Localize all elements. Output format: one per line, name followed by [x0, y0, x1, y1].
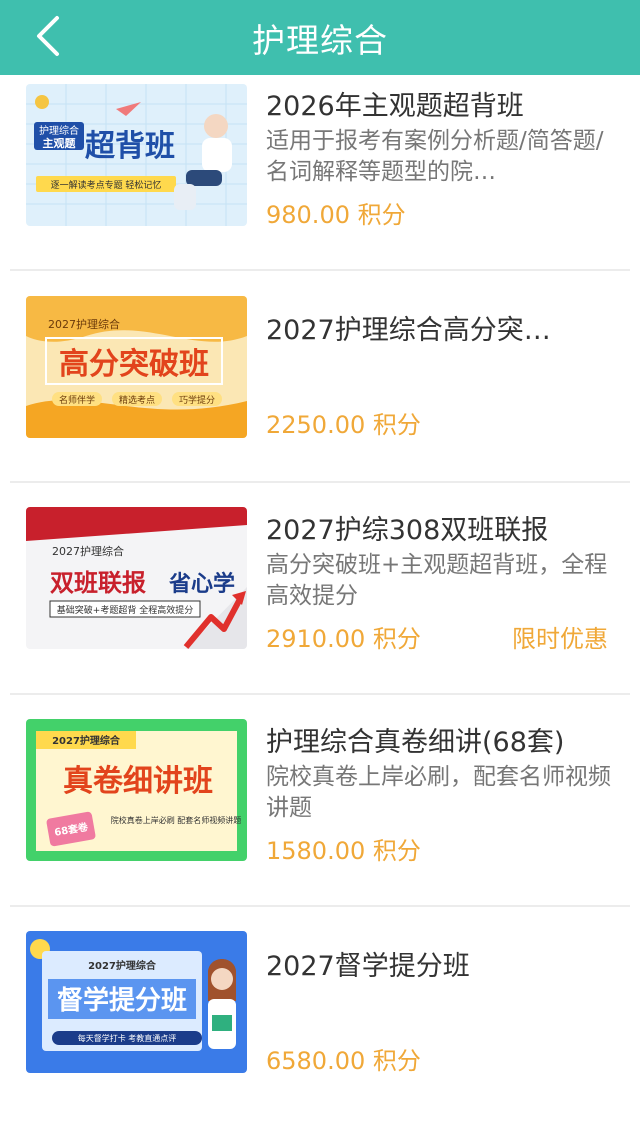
- product-title: 2027护理综合高分突…: [266, 315, 551, 346]
- chevron-left-icon: [37, 16, 59, 56]
- divider: [10, 269, 630, 271]
- app-header: 护理综合: [0, 0, 640, 75]
- product-item[interactable]: 2027护理综合 高分突破班 名师伴学 精选考点 巧学提分 2027护理综合高分…: [0, 287, 640, 499]
- svg-text:真卷细讲班: 真卷细讲班: [63, 764, 213, 799]
- product-item[interactable]: 2027护理综合 双班联报 省心学 基础突破+考题超背 全程高效提分 2027护…: [0, 499, 640, 711]
- product-title: 2026年主观题超背班: [266, 91, 524, 122]
- divider: [10, 481, 630, 483]
- page-title: 护理综合: [252, 20, 388, 60]
- promo-tag: 限时优惠: [512, 625, 608, 653]
- svg-text:基础突破+考题超背 全程高效提分: 基础突破+考题超背 全程高效提分: [57, 604, 193, 616]
- svg-text:双班联报: 双班联报: [50, 569, 146, 597]
- product-description: 高分突破班+主观题超背班，全程高效提分: [266, 552, 608, 609]
- svg-text:护理综合: 护理综合: [39, 124, 79, 137]
- product-price: 6580.00 积分: [266, 1047, 421, 1075]
- product-price: 980.00 积分: [266, 201, 406, 229]
- svg-text:每天督学打卡 考教直通点评: 每天督学打卡 考教直通点评: [78, 1033, 177, 1043]
- svg-text:巧学提分: 巧学提分: [179, 394, 215, 406]
- back-button[interactable]: [24, 12, 72, 60]
- product-thumbnail: 2027护理综合 真卷细讲班 68套卷 院校真卷上岸必刷 配套名师视频讲题: [26, 719, 247, 861]
- product-item[interactable]: 2027护理综合 督学提分班 每天督学打卡 考教直通点评 2027督学提分班 6…: [0, 923, 640, 1135]
- svg-text:超背班: 超背班: [85, 129, 175, 164]
- product-price: 2910.00 积分: [266, 625, 421, 653]
- svg-text:督学提分班: 督学提分班: [57, 985, 187, 1016]
- product-thumbnail: 2027护理综合 高分突破班 名师伴学 精选考点 巧学提分: [26, 296, 247, 438]
- product-description: 院校真卷上岸必刷，配套名师视频讲题: [266, 764, 611, 821]
- product-thumbnail: 护理综合 主观题 超背班 逐一解读考点专题 轻松记忆: [26, 84, 247, 226]
- product-price: 1580.00 积分: [266, 837, 421, 865]
- svg-text:逐一解读考点专题 轻松记忆: 逐一解读考点专题 轻松记忆: [51, 179, 162, 191]
- product-thumbnail: 2027护理综合 督学提分班 每天督学打卡 考教直通点评: [26, 931, 247, 1073]
- svg-text:院校真卷上岸必刷 配套名师视频讲题: 院校真卷上岸必刷 配套名师视频讲题: [111, 815, 242, 825]
- product-thumbnail: 2027护理综合 双班联报 省心学 基础突破+考题超背 全程高效提分: [26, 507, 247, 649]
- svg-text:2027护理综合: 2027护理综合: [48, 317, 120, 331]
- svg-text:名师伴学: 名师伴学: [59, 394, 95, 406]
- svg-text:2027护理综合: 2027护理综合: [52, 544, 124, 558]
- divider: [10, 905, 630, 907]
- svg-text:高分突破班: 高分突破班: [59, 347, 209, 382]
- product-title: 2027护综308双班联报: [266, 515, 549, 546]
- product-title: 护理综合真卷细讲(68套): [266, 727, 565, 758]
- svg-text:主观题: 主观题: [43, 136, 77, 150]
- svg-text:省心学: 省心学: [168, 571, 235, 597]
- svg-text:精选考点: 精选考点: [119, 394, 155, 406]
- product-price: 2250.00 积分: [266, 411, 421, 439]
- product-item[interactable]: 2027护理综合 真卷细讲班 68套卷 院校真卷上岸必刷 配套名师视频讲题 护理…: [0, 711, 640, 923]
- divider: [10, 693, 630, 695]
- product-item[interactable]: 护理综合 主观题 超背班 逐一解读考点专题 轻松记忆 2026年主观题超背班 适…: [0, 75, 640, 287]
- product-title: 2027督学提分班: [266, 951, 470, 982]
- svg-text:2027护理综合: 2027护理综合: [88, 959, 157, 972]
- product-description: 适用于报考有案例分析题/简答题/名词解释等题型的院…: [266, 128, 604, 185]
- svg-text:2027护理综合: 2027护理综合: [52, 734, 121, 747]
